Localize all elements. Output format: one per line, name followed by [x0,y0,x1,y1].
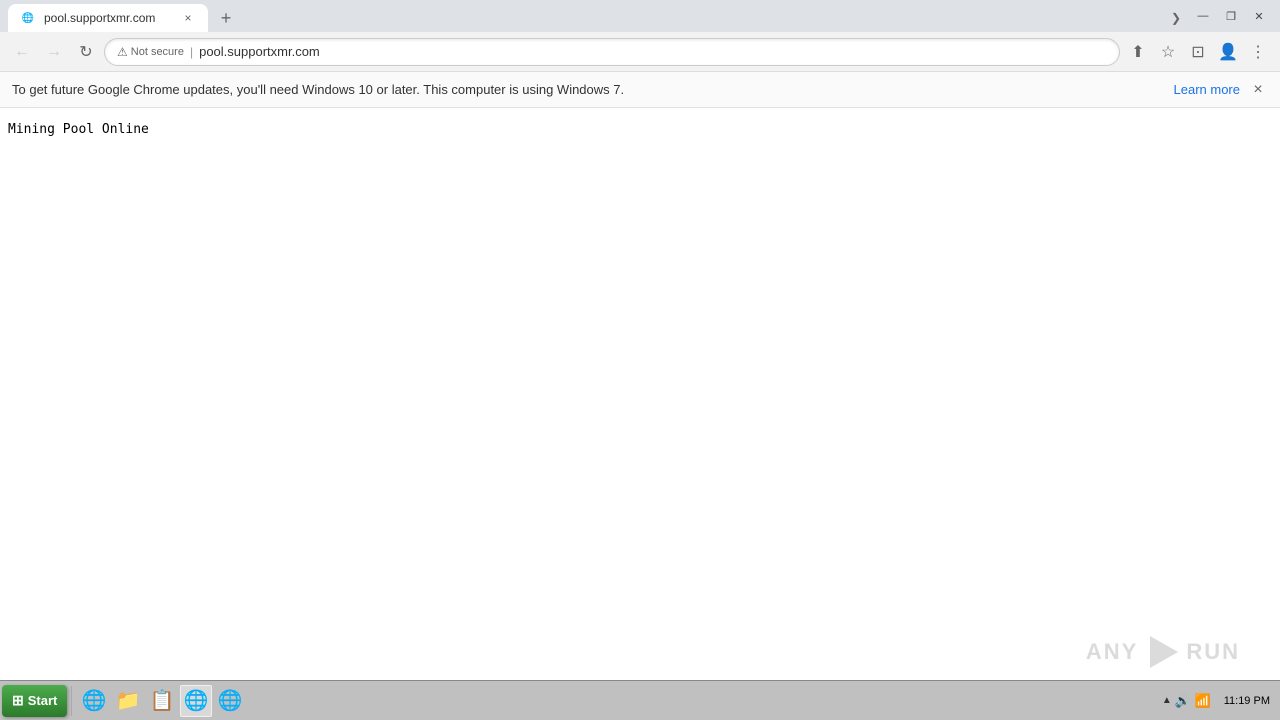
titlebar: 🌐 pool.supportxmr.com × + ❯ — ❐ ✕ [0,0,1280,32]
tab-favicon: 🌐 [20,10,36,26]
infobar-close-button[interactable]: × [1248,80,1268,100]
taskbar-divider [71,686,72,716]
start-label: Start [28,693,58,708]
tab-bar: 🌐 pool.supportxmr.com × + ❯ [8,0,1186,32]
taskbar-app-taskmanager[interactable]: 📋 [146,685,178,717]
not-secure-indicator: ⚠ Not secure [117,45,184,59]
url-display: pool.supportxmr.com [199,44,1107,59]
ie-icon: 🌐 [82,688,107,713]
active-tab[interactable]: 🌐 pool.supportxmr.com × [8,4,208,32]
not-secure-icon: ⚠ [117,45,128,59]
tab-scroll-button[interactable]: ❯ [1166,4,1186,32]
taskbar-app-explorer[interactable]: 📁 [112,685,144,717]
start-icon: ⊞ [12,692,24,709]
taskbar-right: ▲ 🔊 📶 11:19 PM [1152,690,1280,712]
address-bar[interactable]: ⚠ Not secure | pool.supportxmr.com [104,38,1120,66]
reload-button[interactable]: ↻ [72,38,100,66]
page-content: Mining Pool Online [0,108,1280,680]
taskbar-apps: 🌐 📁 📋 🌐 🌐 [74,685,1151,717]
minimize-button[interactable]: — [1190,6,1216,26]
media-button[interactable]: ⊡ [1184,38,1212,66]
infobar-message: To get future Google Chrome updates, you… [12,82,1166,97]
new-tab-button[interactable]: + [212,4,240,32]
page-text: Mining Pool Online [8,122,149,137]
navbar: ← → ↻ ⚠ Not secure | pool.supportxmr.com… [0,32,1280,72]
volume-icon[interactable]: 🔊 [1174,692,1192,710]
learn-more-link[interactable]: Learn more [1174,82,1240,97]
taskbar: ⊞ Start 🌐 📁 📋 🌐 🌐 ▲ 🔊 📶 11:19 PM [0,680,1280,720]
not-secure-label: Not secure [131,46,184,58]
back-button[interactable]: ← [8,38,36,66]
url-separator: | [190,45,193,59]
taskbar-app-chrome[interactable]: 🌐 [180,685,212,717]
maximize-button[interactable]: ❐ [1218,6,1244,26]
window-controls: — ❐ ✕ [1190,6,1272,26]
network-icon[interactable]: 📶 [1194,692,1212,710]
notification-area: ▲ 🔊 📶 [1158,690,1216,712]
taskbar-app-ie[interactable]: 🌐 [78,685,110,717]
profile-button[interactable]: 👤 [1214,38,1242,66]
edge-icon: 🌐 [218,688,243,713]
tab-title: pool.supportxmr.com [44,11,172,25]
tab-close-button[interactable]: × [180,10,196,26]
menu-button[interactable]: ⋮ [1244,38,1272,66]
share-button[interactable]: ⬆ [1124,38,1152,66]
start-button[interactable]: ⊞ Start [2,685,67,717]
nav-actions: ⬆ ☆ ⊡ 👤 ⋮ [1124,38,1272,66]
bookmark-button[interactable]: ☆ [1154,38,1182,66]
infobar: To get future Google Chrome updates, you… [0,72,1280,108]
explorer-icon: 📁 [116,688,141,713]
forward-button[interactable]: → [40,38,68,66]
chrome-icon: 🌐 [184,688,209,713]
close-button[interactable]: ✕ [1246,6,1272,26]
taskmanager-icon: 📋 [150,688,175,713]
system-clock[interactable]: 11:19 PM [1220,695,1274,707]
taskbar-app-edge[interactable]: 🌐 [214,685,246,717]
tray-expand-button[interactable]: ▲ [1162,695,1172,706]
